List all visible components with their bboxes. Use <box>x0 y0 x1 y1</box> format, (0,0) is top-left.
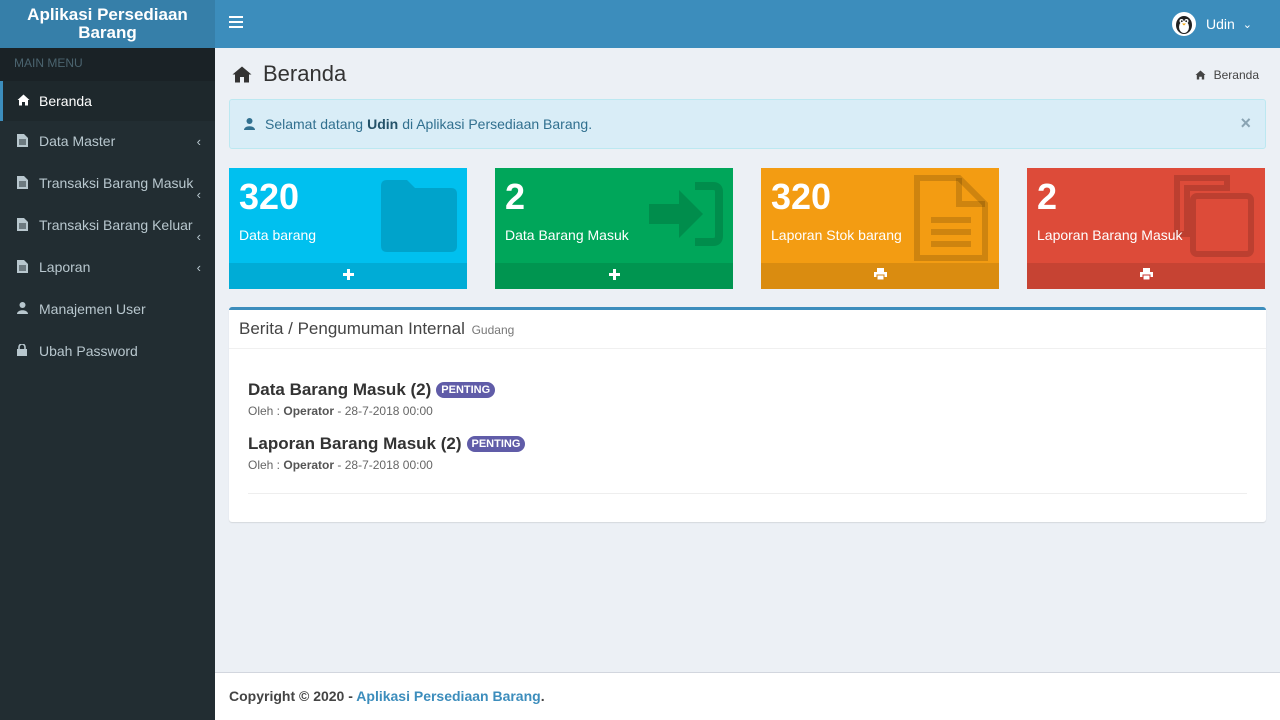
priority-badge: PENTING <box>436 382 496 398</box>
sidebar-item-transaksi-barang-masuk[interactable]: Transaksi Barang Masuk ‹ <box>0 163 215 205</box>
news-item[interactable]: Laporan Barang Masuk (2) PENTING Oleh : … <box>248 434 526 472</box>
file-icon <box>17 260 39 273</box>
sidebar: Aplikasi Persediaan Barang MAIN MENU Ber… <box>0 0 215 720</box>
chevron-left-icon: ‹ <box>196 260 201 275</box>
news-panel-subtitle: Gudang <box>471 323 515 337</box>
stat-value: 2 <box>1037 176 1058 217</box>
file-icon <box>17 176 39 189</box>
sidebar-item-manajemen-user[interactable]: Manajemen User <box>0 289 215 331</box>
chevron-down-icon: ⌄ <box>1242 18 1252 31</box>
news-by-label: Oleh : <box>248 404 281 418</box>
breadcrumb-item[interactable]: Beranda <box>1214 68 1259 82</box>
menu-header: MAIN MENU <box>0 48 215 81</box>
sidebar-item-label: Manajemen User <box>39 301 146 317</box>
alert-suffix: di Aplikasi Persediaan Barang. <box>402 116 593 132</box>
chevron-left-icon: ‹ <box>196 229 201 244</box>
footer-app-link[interactable]: Aplikasi Persediaan Barang <box>356 688 540 704</box>
print-icon <box>1139 267 1153 285</box>
add-button[interactable] <box>495 263 733 289</box>
news-title: Laporan Barang Masuk (2) <box>248 434 462 453</box>
lock-icon <box>17 344 39 356</box>
sidebar-item-label: Beranda <box>39 93 92 109</box>
chevron-left-icon: ‹ <box>196 134 201 149</box>
news-date: - 28-7-2018 00:00 <box>337 458 433 472</box>
news-panel: Berita / Pengumuman Internal Gudang Data… <box>229 307 1266 522</box>
stat-box-data-barang: 320 Data barang <box>229 168 467 289</box>
sidebar-item-ubah-password[interactable]: Ubah Password <box>0 331 215 373</box>
breadcrumb[interactable]: Beranda <box>1195 68 1259 82</box>
sidebar-item-laporan[interactable]: Laporan ‹ <box>0 247 215 289</box>
file-icon <box>17 134 39 147</box>
stat-label: Laporan Stok barang <box>771 227 902 243</box>
news-item[interactable]: Data Barang Masuk (2) PENTING Oleh : Ope… <box>248 380 496 418</box>
welcome-alert: Selamat datang Udin di Aplikasi Persedia… <box>229 99 1266 149</box>
stat-boxes: 320 Data barang 2 Data Barang Masuk 320 … <box>229 168 1266 289</box>
sidebar-item-label: Ubah Password <box>39 343 138 359</box>
plus-icon <box>342 267 354 285</box>
news-panel-title: Berita / Pengumuman Internal <box>239 319 465 338</box>
stat-value: 320 <box>239 176 300 217</box>
stat-label: Data Barang Masuk <box>505 227 629 243</box>
page-footer: Copyright © 2020 - Aplikasi Persediaan B… <box>215 672 1280 720</box>
home-icon <box>232 66 252 83</box>
stat-label: Laporan Barang Masuk <box>1037 227 1183 243</box>
print-button[interactable] <box>761 263 999 289</box>
top-navbar: Udin ⌄ <box>215 0 1280 48</box>
alert-prefix: Selamat datang <box>265 116 364 132</box>
user-menu[interactable]: Udin ⌄ <box>1171 0 1252 48</box>
folder-icon <box>379 174 459 259</box>
home-icon <box>17 94 39 106</box>
chevron-left-icon: ‹ <box>196 187 201 202</box>
file-text-icon <box>911 174 991 267</box>
stat-value: 320 <box>771 176 832 217</box>
page-title: Beranda <box>232 61 346 87</box>
news-author: Operator <box>283 458 335 472</box>
user-icon <box>17 302 39 314</box>
print-button[interactable] <box>1027 263 1265 289</box>
news-author: Operator <box>283 404 335 418</box>
stat-label: Data barang <box>239 227 317 243</box>
home-icon <box>1195 70 1206 80</box>
sidebar-toggle-icon[interactable] <box>229 15 243 33</box>
close-icon[interactable]: × <box>1240 113 1251 134</box>
user-name: Udin <box>1205 16 1235 32</box>
news-title: Data Barang Masuk (2) <box>248 380 432 399</box>
stat-box-laporan-barang-masuk: 2 Laporan Barang Masuk <box>1027 168 1265 289</box>
copy-icon <box>1171 174 1257 265</box>
footer-end: . <box>540 688 545 704</box>
file-icon <box>17 218 39 231</box>
stat-box-data-barang-masuk: 2 Data Barang Masuk <box>495 168 733 289</box>
print-icon <box>873 267 887 285</box>
stat-box-laporan-stok-barang: 320 Laporan Stok barang <box>761 168 999 289</box>
news-panel-header: Berita / Pengumuman Internal Gudang <box>229 310 1266 349</box>
divider <box>248 493 1247 494</box>
priority-badge: PENTING <box>466 436 526 452</box>
sidebar-item-transaksi-barang-keluar[interactable]: Transaksi Barang Keluar ‹ <box>0 205 215 247</box>
sidebar-item-label: Transaksi Barang Masuk <box>39 175 194 191</box>
avatar <box>1171 12 1196 36</box>
news-date: - 28-7-2018 00:00 <box>337 404 433 418</box>
app-logo[interactable]: Aplikasi Persediaan Barang <box>0 0 215 48</box>
page-title-text: Beranda <box>263 61 347 86</box>
alert-user: Udin <box>367 116 399 132</box>
sidebar-item-data-master[interactable]: Data Master ‹ <box>0 121 215 163</box>
sidebar-item-label: Data Master <box>39 133 116 149</box>
sign-in-icon <box>645 174 725 259</box>
sidebar-item-beranda[interactable]: Beranda <box>0 81 215 121</box>
main-content: Beranda Beranda Selamat datang Udin di A… <box>215 48 1280 672</box>
stat-value: 2 <box>505 176 526 217</box>
news-by-label: Oleh : <box>248 458 281 472</box>
sidebar-item-label: Transaksi Barang Keluar <box>39 217 193 233</box>
user-icon <box>244 118 255 130</box>
sidebar-item-label: Laporan <box>39 259 91 275</box>
plus-icon <box>608 267 620 285</box>
add-button[interactable] <box>229 263 467 289</box>
copyright-text: Copyright © 2020 - <box>229 688 353 704</box>
